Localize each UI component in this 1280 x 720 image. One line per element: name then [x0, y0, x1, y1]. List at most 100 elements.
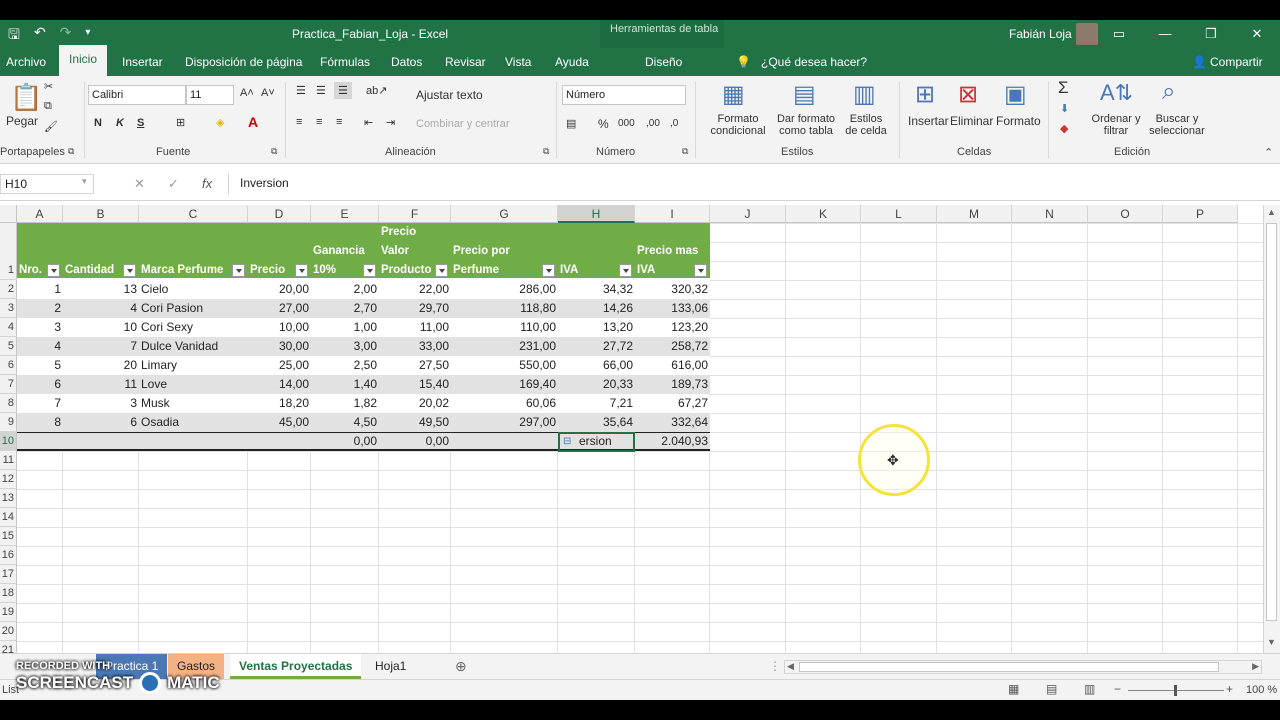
table-cell[interactable]: 67,27: [637, 394, 708, 413]
col-header-l[interactable]: L: [861, 205, 937, 223]
table-cell[interactable]: 20: [65, 356, 137, 375]
increase-decimal-icon[interactable]: ,00: [646, 118, 660, 129]
table-cell[interactable]: 66,00: [560, 356, 633, 375]
table-cell[interactable]: 1: [19, 280, 61, 299]
table-cell[interactable]: 18,20: [250, 394, 309, 413]
align-right-icon[interactable]: ≡: [336, 116, 342, 128]
fill-color-icon[interactable]: ◈: [216, 116, 224, 129]
sort-filter-button[interactable]: Ordenar y filtrar: [1090, 113, 1142, 137]
totals-cell[interactable]: [19, 432, 61, 451]
underline-button[interactable]: S: [137, 117, 144, 129]
row-header-1[interactable]: 1: [0, 223, 17, 280]
format-table-icon[interactable]: ▤: [793, 80, 816, 109]
col-header-b[interactable]: B: [63, 205, 139, 223]
table-cell[interactable]: 3: [19, 318, 61, 337]
table-header-cell[interactable]: Precio por Perfume: [453, 223, 556, 280]
table-cell[interactable]: 118,80: [453, 299, 556, 318]
table-cell[interactable]: 133,06: [637, 299, 708, 318]
format-cells-icon[interactable]: ▣: [1004, 80, 1027, 109]
table-header-cell[interactable]: Precio: [250, 223, 309, 280]
align-top-icon[interactable]: ☰: [296, 84, 306, 97]
table-cell[interactable]: 25,00: [250, 356, 309, 375]
tab-archivo[interactable]: Archivo: [6, 53, 46, 75]
totals-cell[interactable]: 0,00: [381, 432, 449, 451]
table-cell[interactable]: 7: [19, 394, 61, 413]
clear-icon[interactable]: ◆: [1060, 122, 1068, 135]
page-break-icon[interactable]: ▥: [1084, 682, 1095, 696]
col-header-p[interactable]: P: [1163, 205, 1238, 223]
tab-ayuda[interactable]: Ayuda: [555, 53, 589, 75]
zoom-in-icon[interactable]: +: [1226, 682, 1233, 696]
totals-cell[interactable]: [453, 432, 556, 451]
filter-dropdown-icon[interactable]: [123, 264, 136, 277]
table-cell[interactable]: 60,06: [453, 394, 556, 413]
tab-diseno[interactable]: Diseño: [645, 53, 682, 75]
table-cell[interactable]: Cielo: [141, 280, 246, 299]
zoom-out-icon[interactable]: −: [1114, 682, 1121, 696]
table-cell[interactable]: 11,00: [381, 318, 449, 337]
table-header-cell[interactable]: Ganancia 10%: [313, 223, 377, 280]
vertical-scrollbar[interactable]: ▲ ▼: [1263, 205, 1280, 653]
table-cell[interactable]: 27,72: [560, 337, 633, 356]
font-size-combo[interactable]: 11: [186, 85, 234, 105]
table-cell[interactable]: 49,50: [381, 413, 449, 432]
cut-icon[interactable]: ✂: [44, 80, 53, 93]
tab-disposicion[interactable]: Disposición de página: [185, 53, 302, 75]
table-cell[interactable]: 14,00: [250, 375, 309, 394]
format-table-button[interactable]: Dar formato como tabla: [772, 113, 840, 137]
paste-icon[interactable]: 📋: [10, 82, 42, 113]
increase-indent-icon[interactable]: ⇥: [386, 116, 395, 129]
table-cell[interactable]: 231,00: [453, 337, 556, 356]
table-cell[interactable]: 10: [65, 318, 137, 337]
table-cell[interactable]: 550,00: [453, 356, 556, 375]
filter-dropdown-icon[interactable]: [435, 264, 448, 277]
find-icon[interactable]: ⌕: [1162, 78, 1175, 106]
table-cell[interactable]: 4,50: [313, 413, 377, 432]
name-box-dropdown-icon[interactable]: ▾: [82, 176, 87, 187]
zoom-thumb[interactable]: [1174, 685, 1177, 696]
paste-button[interactable]: Pegar: [6, 114, 38, 128]
sort-filter-icon[interactable]: A⇅: [1100, 80, 1133, 106]
fill-icon[interactable]: ⬇: [1060, 102, 1069, 115]
row-header-16[interactable]: 16: [0, 546, 17, 565]
autosum-icon[interactable]: Σ: [1058, 78, 1069, 98]
col-header-m[interactable]: M: [937, 205, 1012, 223]
scroll-left-icon[interactable]: ◀: [787, 661, 794, 672]
row-header-13[interactable]: 13: [0, 489, 17, 508]
table-cell[interactable]: 20,33: [560, 375, 633, 394]
row-header-2[interactable]: 2: [0, 280, 17, 299]
align-left-icon[interactable]: ≡: [296, 116, 302, 128]
minimize-icon[interactable]: —: [1142, 20, 1188, 48]
grow-font-icon[interactable]: A˄: [240, 87, 254, 99]
col-header-o[interactable]: O: [1088, 205, 1163, 223]
table-cell[interactable]: 6: [65, 413, 137, 432]
tell-me-box[interactable]: ¿Qué desea hacer?: [761, 53, 867, 75]
row-header-9[interactable]: 9: [0, 413, 17, 432]
page-layout-icon[interactable]: ▤: [1046, 682, 1057, 696]
italic-button[interactable]: K: [116, 117, 124, 129]
totals-cell[interactable]: 0,00: [313, 432, 377, 451]
format-painter-icon[interactable]: 🖌: [44, 120, 58, 133]
quick-analysis-icon[interactable]: ⊟: [563, 436, 571, 447]
user-name[interactable]: Fabián Loja: [1009, 27, 1072, 41]
cond-format-icon[interactable]: ▦: [722, 80, 745, 109]
share-icon[interactable]: 👤: [1192, 53, 1207, 75]
hscroll-thumb[interactable]: [799, 662, 1219, 672]
find-select-button[interactable]: Buscar y seleccionar: [1144, 113, 1210, 137]
number-format-combo[interactable]: Número: [562, 85, 686, 105]
insert-cells-icon[interactable]: ⊞: [915, 80, 935, 109]
font-color-icon[interactable]: A: [248, 114, 258, 130]
collapse-ribbon-icon[interactable]: ⌃: [1264, 146, 1273, 159]
table-cell[interactable]: 10,00: [250, 318, 309, 337]
table-cell[interactable]: Musk: [141, 394, 246, 413]
orientation-icon[interactable]: ab↗: [366, 84, 387, 97]
table-cell[interactable]: 27,50: [381, 356, 449, 375]
table-cell[interactable]: 1,00: [313, 318, 377, 337]
table-cell[interactable]: 7,21: [560, 394, 633, 413]
row-header-17[interactable]: 17: [0, 565, 17, 584]
table-cell[interactable]: 13: [65, 280, 137, 299]
table-cell[interactable]: 6: [19, 375, 61, 394]
table-cell[interactable]: Cori Sexy: [141, 318, 246, 337]
row-header-12[interactable]: 12: [0, 470, 17, 489]
table-cell[interactable]: 5: [19, 356, 61, 375]
